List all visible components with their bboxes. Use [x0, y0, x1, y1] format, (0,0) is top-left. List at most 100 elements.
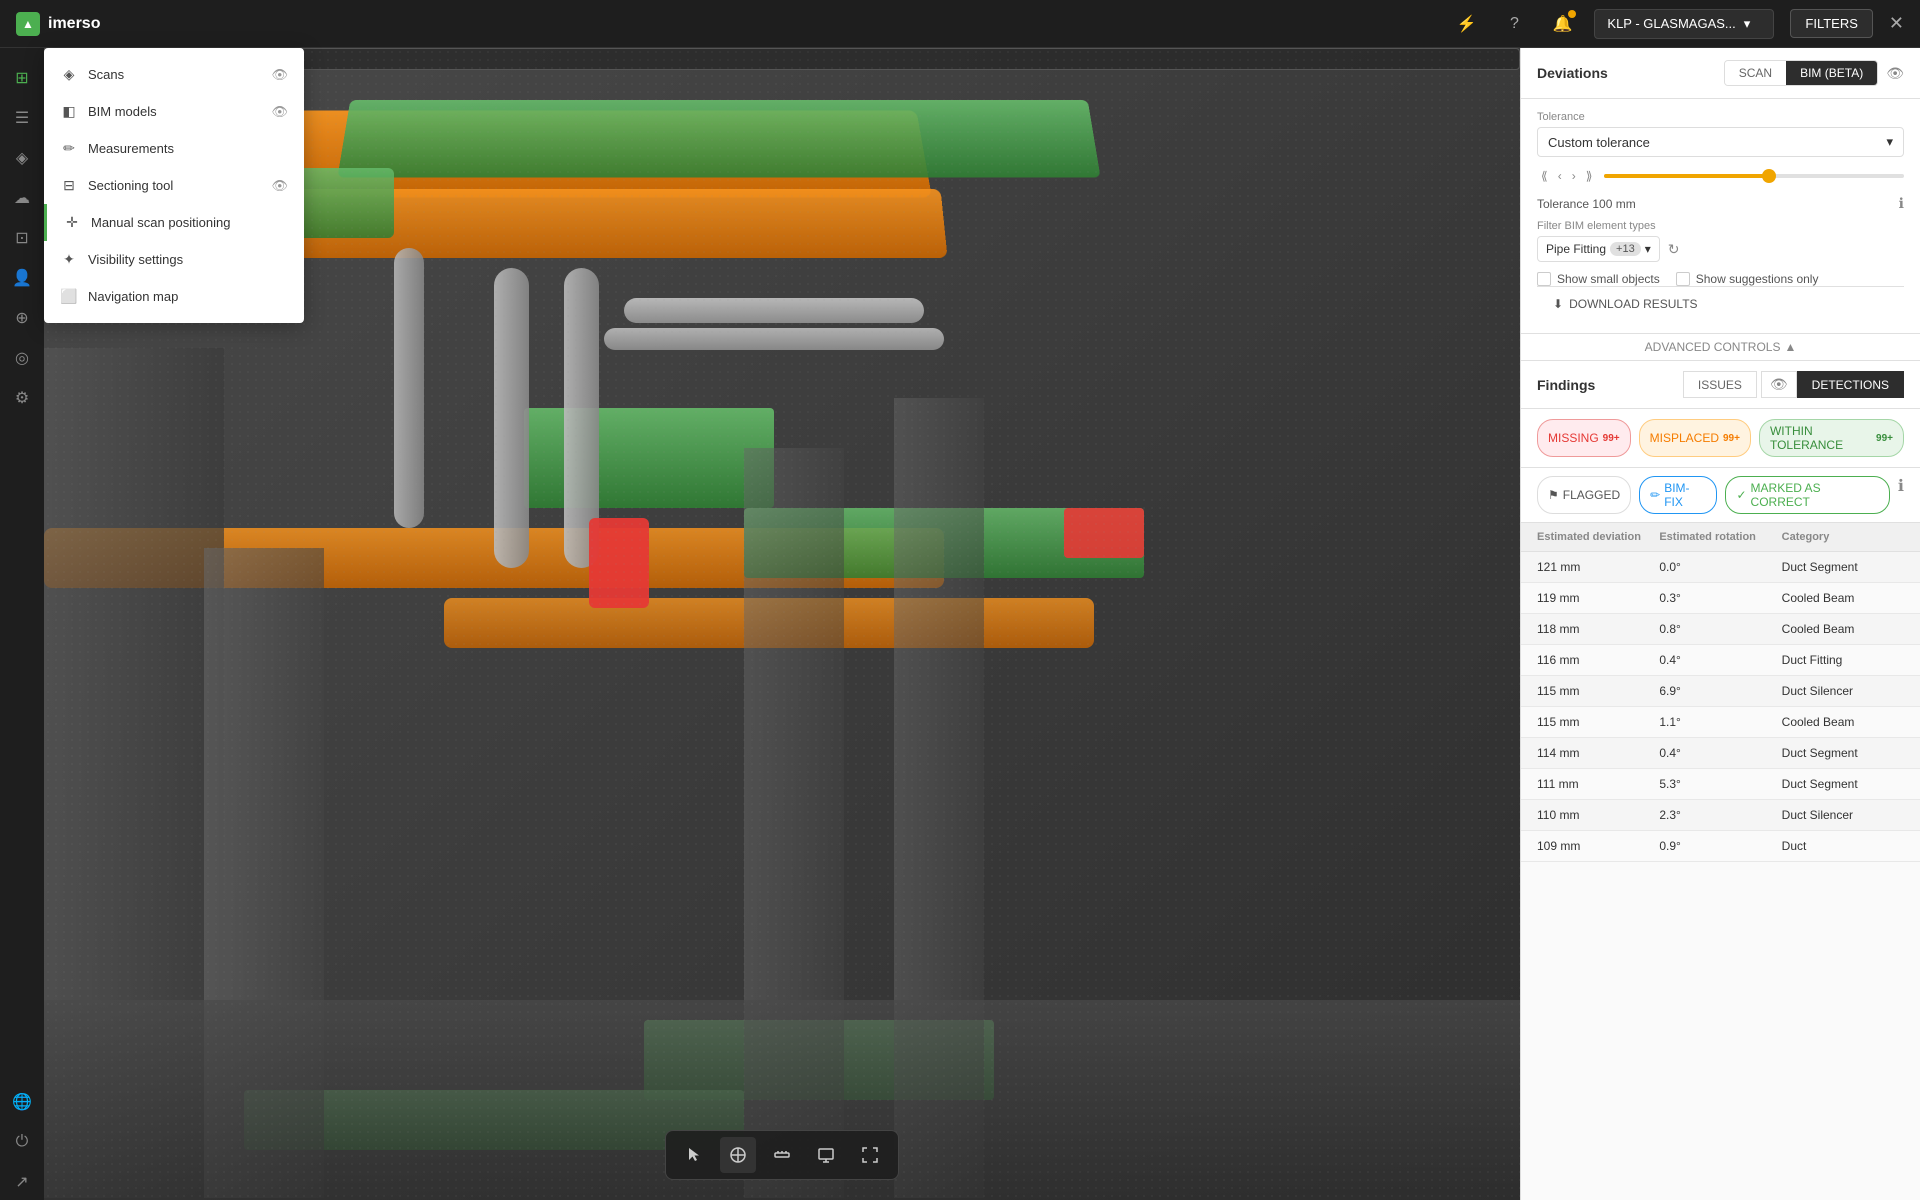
sidebar-icon-map[interactable]: ◈ — [4, 140, 40, 176]
menu-item-sectioning[interactable]: ⊟ Sectioning tool 👁 — [44, 167, 304, 204]
pill-marked-as-correct[interactable]: ✓ MARKED AS CORRECT — [1725, 476, 1889, 514]
eye-icon-bim[interactable]: 👁 — [271, 104, 288, 120]
next-arrow-button[interactable]: › — [1568, 167, 1580, 185]
table-row[interactable]: 116 mm 0.4° Duct Fitting — [1521, 645, 1920, 676]
menu-item-bim-models[interactable]: ◧ BIM models 👁 — [44, 93, 304, 130]
slider-controls: ⟪ ‹ › ⟫ — [1537, 167, 1596, 185]
slider-thumb[interactable] — [1762, 169, 1776, 183]
logo-icon: ▲ — [16, 12, 40, 36]
sidebar-icon-location[interactable]: ◎ — [4, 340, 40, 376]
tab-issues[interactable]: ISSUES — [1683, 371, 1757, 398]
tab-bim-beta[interactable]: BIM (BETA) — [1786, 61, 1877, 85]
show-small-objects-checkbox[interactable] — [1537, 272, 1551, 286]
findings-tabs: ISSUES 👁 DETECTIONS — [1683, 371, 1904, 398]
pill-flagged[interactable]: ⚑ FLAGGED — [1537, 476, 1631, 514]
menu-item-navigation-map[interactable]: ⬜ Navigation map — [44, 278, 304, 315]
table-row[interactable]: 115 mm 6.9° Duct Silencer — [1521, 676, 1920, 707]
measure-tool-button[interactable] — [764, 1137, 800, 1173]
show-suggestions-label[interactable]: Show suggestions only — [1676, 272, 1819, 286]
eye-icon-sectioning[interactable]: 👁 — [271, 178, 288, 194]
table-row[interactable]: 114 mm 0.4° Duct Segment — [1521, 738, 1920, 769]
help-icon[interactable]: ? — [1498, 8, 1530, 40]
filter-select[interactable]: Pipe Fitting +13 ▾ — [1537, 236, 1660, 262]
menu-label-nav-map: Navigation map — [88, 289, 178, 304]
cell-rotation: 6.9° — [1659, 684, 1781, 698]
download-button[interactable]: ⬇ DOWNLOAD RESULTS — [1553, 297, 1888, 311]
topbar-right: ⚡ ? 🔔 KLP - GLASMAGAS... ▾ FILTERS ✕ — [1450, 8, 1904, 40]
show-small-objects-label[interactable]: Show small objects — [1537, 272, 1660, 286]
table-row[interactable]: 119 mm 0.3° Cooled Beam — [1521, 583, 1920, 614]
prev-arrow-button[interactable]: ‹ — [1554, 167, 1566, 185]
close-icon[interactable]: ✕ — [1889, 13, 1904, 34]
sidebar-icon-person[interactable]: 👤 — [4, 260, 40, 296]
deviations-title: Deviations — [1537, 65, 1608, 81]
info-icon-tolerance[interactable]: ℹ — [1899, 195, 1904, 212]
project-name: KLP - GLASMAGAS... — [1607, 16, 1735, 31]
table-row[interactable]: 115 mm 1.1° Cooled Beam — [1521, 707, 1920, 738]
sidebar-icon-group[interactable]: ⊕ — [4, 300, 40, 336]
section-icon: ⊟ — [60, 177, 78, 194]
tolerance-slider-track[interactable] — [1604, 174, 1904, 178]
bim-fix-icon: ✏ — [1650, 488, 1660, 502]
pill-within-tolerance[interactable]: WITHIN TOLERANCE 99+ — [1759, 419, 1904, 457]
pill-misplaced[interactable]: MISPLACED 99+ — [1639, 419, 1751, 457]
filter-value: Pipe Fitting — [1546, 242, 1606, 256]
cell-rotation: 0.3° — [1659, 591, 1781, 605]
table-row[interactable]: 121 mm 0.0° Duct Segment — [1521, 552, 1920, 583]
cell-deviation: 114 mm — [1537, 746, 1659, 760]
tolerance-slider-row: ⟪ ‹ › ⟫ — [1537, 167, 1904, 185]
menu-label-measurements: Measurements — [88, 141, 174, 156]
menu-item-manual-scan[interactable]: ✛ Manual scan positioning — [44, 204, 304, 241]
sidebar-icon-globe[interactable]: 🌐 — [4, 1084, 40, 1120]
flag-icon: ⚑ — [1548, 488, 1559, 502]
pill-marked-correct-label: MARKED AS CORRECT — [1751, 481, 1879, 509]
table-row[interactable]: 111 mm 5.3° Duct Segment — [1521, 769, 1920, 800]
findings-title: Findings — [1537, 377, 1595, 393]
sidebar-icon-power[interactable]: ⏻ — [4, 1124, 40, 1160]
tolerance-select[interactable]: Custom tolerance ▾ — [1537, 127, 1904, 157]
eye-icon-findings[interactable]: 👁 — [1761, 371, 1797, 398]
eye-icon-scans[interactable]: 👁 — [271, 67, 288, 83]
filters-button[interactable]: FILTERS — [1790, 9, 1873, 38]
screen-tool-button[interactable] — [808, 1137, 844, 1173]
pill-bim-fix[interactable]: ✏ BIM-FIX — [1639, 476, 1717, 514]
sidebar-icon-home[interactable]: ⊞ — [4, 60, 40, 96]
notification-icon[interactable]: 🔔 — [1546, 8, 1578, 40]
refresh-button[interactable]: ↻ — [1668, 241, 1680, 258]
menu-item-scans[interactable]: ◈ Scans 👁 — [44, 56, 304, 93]
sidebar-icon-arrow[interactable]: ↗ — [4, 1164, 40, 1200]
table-row[interactable]: 110 mm 2.3° Duct Silencer — [1521, 800, 1920, 831]
lightning-icon[interactable]: ⚡ — [1450, 8, 1482, 40]
first-arrow-button[interactable]: ⟪ — [1537, 167, 1552, 185]
cell-category: Duct Fitting — [1782, 653, 1904, 667]
topbar: ▲ imerso ⚡ ? 🔔 KLP - GLASMAGAS... ▾ FILT… — [0, 0, 1920, 48]
slider-fill — [1604, 174, 1769, 178]
cell-rotation: 5.3° — [1659, 777, 1781, 791]
menu-item-measurements[interactable]: ✏ Measurements — [44, 130, 304, 167]
map-icon: ⬜ — [60, 288, 78, 305]
navigate-tool-button[interactable] — [720, 1137, 756, 1173]
cell-deviation: 109 mm — [1537, 839, 1659, 853]
sidebar-icon-grid[interactable]: ⊡ — [4, 220, 40, 256]
eye-icon-deviations[interactable]: 👁 — [1886, 65, 1904, 82]
project-selector[interactable]: KLP - GLASMAGAS... ▾ — [1594, 9, 1774, 39]
table-row[interactable]: 118 mm 0.8° Cooled Beam — [1521, 614, 1920, 645]
info-icon-findings[interactable]: ℹ — [1898, 476, 1904, 514]
tab-scan[interactable]: SCAN — [1725, 61, 1786, 85]
table-row[interactable]: 109 mm 0.9° Duct — [1521, 831, 1920, 862]
fullscreen-tool-button[interactable] — [852, 1137, 888, 1173]
last-arrow-button[interactable]: ⟫ — [1582, 167, 1597, 185]
select-tool-button[interactable] — [676, 1137, 712, 1173]
tolerance-label: Tolerance — [1537, 111, 1904, 123]
tab-detections[interactable]: DETECTIONS — [1797, 371, 1904, 398]
advanced-controls-row[interactable]: ADVANCED CONTROLS ▲ — [1521, 334, 1920, 361]
sidebar-icon-settings[interactable]: ⚙ — [4, 380, 40, 416]
menu-item-visibility[interactable]: ✦ Visibility settings — [44, 241, 304, 278]
sidebar-icon-cloud[interactable]: ☁ — [4, 180, 40, 216]
show-suggestions-checkbox[interactable] — [1676, 272, 1690, 286]
pill-missing[interactable]: MISSING 99+ — [1537, 419, 1631, 457]
scan-icon: ◈ — [60, 66, 78, 83]
sidebar-icon-layers[interactable]: ☰ — [4, 100, 40, 136]
advanced-controls-label: ADVANCED CONTROLS — [1645, 340, 1781, 354]
checkmark-icon: ✓ — [1736, 488, 1746, 502]
